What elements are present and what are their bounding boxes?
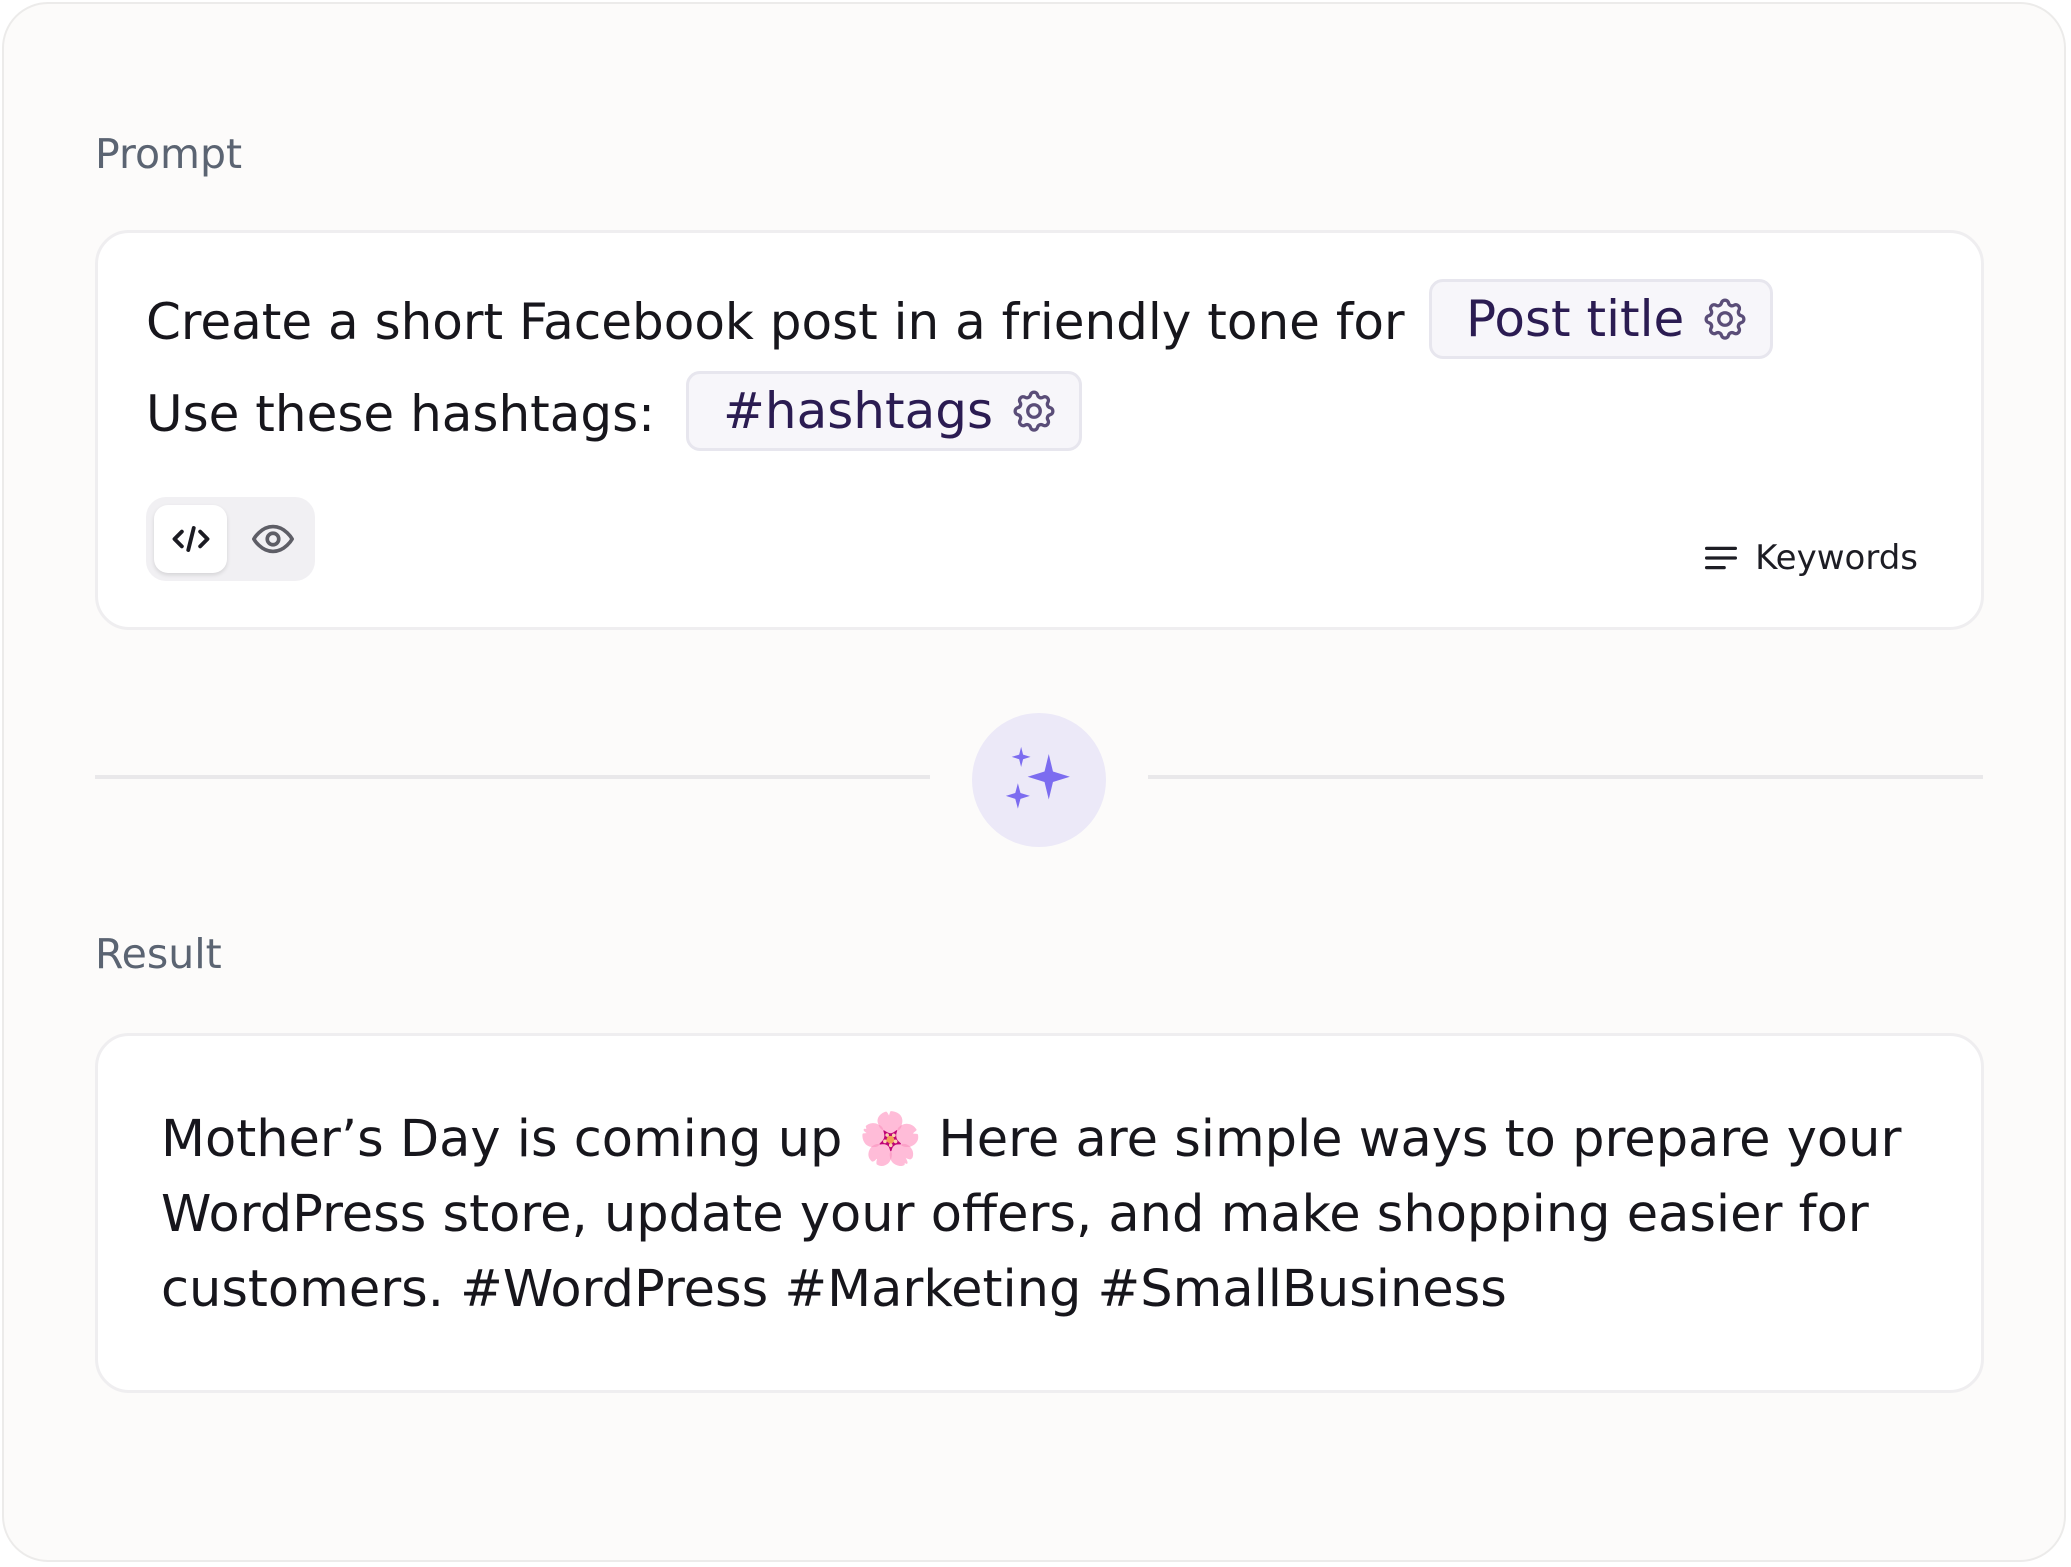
divider-left [95, 775, 930, 779]
gear-icon[interactable] [1009, 386, 1059, 436]
code-icon [172, 526, 209, 552]
hashtags-chip-label: #hashtags [723, 382, 993, 440]
prompt-result-panel: Prompt Create a short Facebook post in a… [2, 2, 2066, 1562]
code-view-button[interactable] [154, 505, 227, 573]
post-title-variable-chip[interactable]: Post title [1429, 279, 1774, 359]
view-mode-toggle [146, 497, 315, 581]
post-title-chip-label: Post title [1466, 290, 1685, 348]
result-section-label: Result [95, 930, 222, 978]
gear-icon[interactable] [1700, 294, 1750, 344]
generate-button[interactable] [972, 713, 1106, 847]
eye-icon [251, 524, 294, 554]
prompt-line-2-text: Use these hashtags: [146, 385, 656, 443]
result-card: Mother’s Day is coming up 🌸 Here are sim… [95, 1033, 1984, 1393]
prompt-editor-card[interactable]: Create a short Facebook post in a friend… [95, 230, 1984, 630]
divider-right [1148, 775, 1983, 779]
prompt-line-1-text: Create a short Facebook post in a friend… [146, 293, 1405, 351]
result-text: Mother’s Day is coming up 🌸 Here are sim… [161, 1110, 1902, 1319]
sparkles-icon [1005, 746, 1070, 809]
prompt-section-label: Prompt [95, 130, 243, 178]
keywords-label: Keywords [1755, 538, 1918, 578]
preview-view-button[interactable] [236, 505, 309, 573]
hashtags-variable-chip[interactable]: #hashtags [686, 371, 1082, 451]
keywords-button[interactable]: Keywords [1701, 538, 1918, 578]
menu-lines-icon [1705, 546, 1738, 570]
